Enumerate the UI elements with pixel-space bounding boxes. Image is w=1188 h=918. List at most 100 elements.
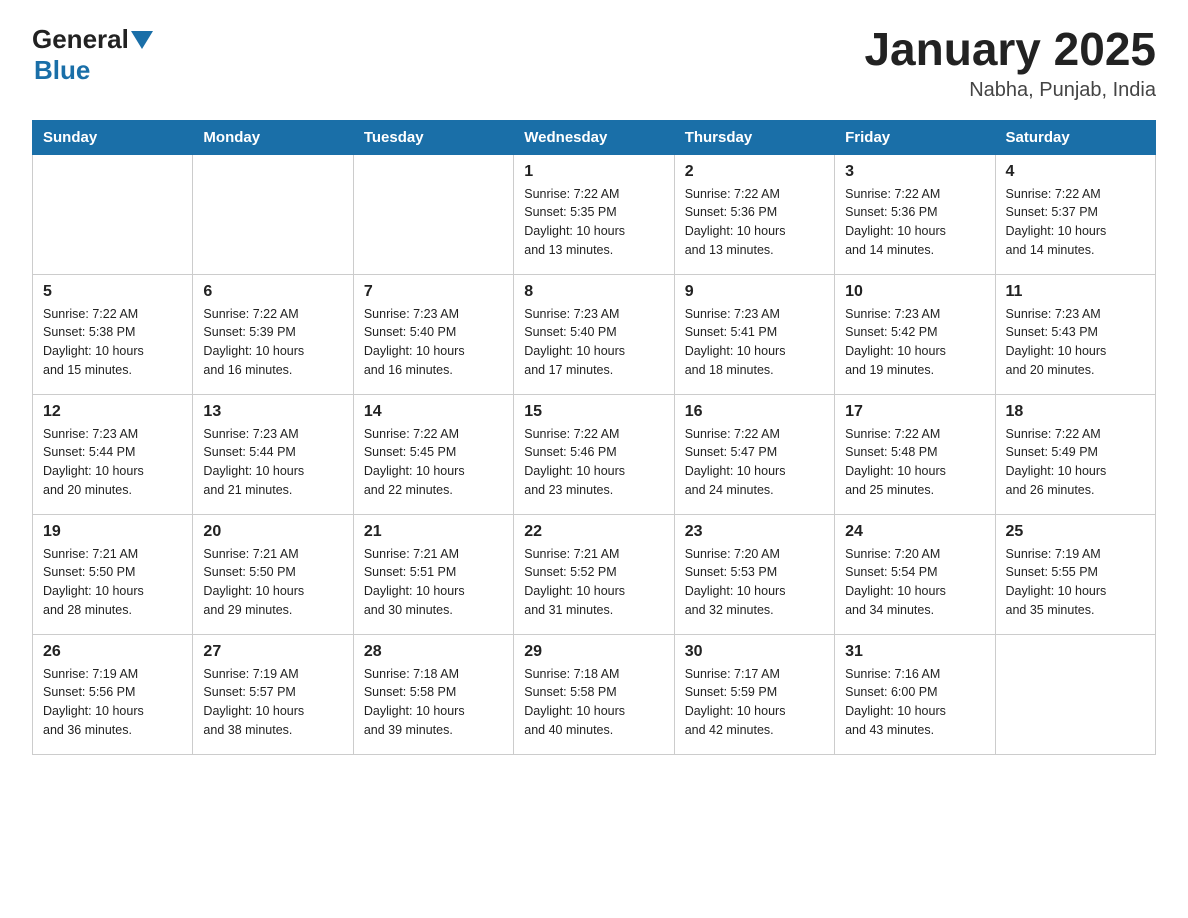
day-cell: 5Sunrise: 7:22 AMSunset: 5:38 PMDaylight… bbox=[33, 274, 193, 394]
day-number: 17 bbox=[845, 403, 984, 421]
day-cell bbox=[995, 634, 1155, 754]
day-number: 20 bbox=[203, 523, 342, 541]
weekday-header-row: SundayMondayTuesdayWednesdayThursdayFrid… bbox=[33, 120, 1156, 154]
day-cell: 13 Sunrise: 7:23 AMSunset: 5:44 PMDayligh… bbox=[193, 394, 353, 514]
day-cell: 18Sunrise: 7:22 AMSunset: 5:49 PMDayligh… bbox=[995, 394, 1155, 514]
day-info: Sunrise: 7:17 AMSunset: 5:59 PMDaylight:… bbox=[685, 665, 824, 740]
calendar-title: January 2025 bbox=[864, 24, 1156, 75]
day-info: Sunrise: 7:22 AMSunset: 5:46 PMDaylight:… bbox=[524, 425, 663, 500]
day-info: Sunrise: 7:22 AMSunset: 5:47 PMDaylight:… bbox=[685, 425, 824, 500]
day-info: Sunrise: 7:18 AMSunset: 5:58 PMDaylight:… bbox=[364, 665, 503, 740]
day-number: 5 bbox=[43, 283, 182, 301]
day-info: Sunrise: 7:18 AMSunset: 5:58 PMDaylight:… bbox=[524, 665, 663, 740]
day-cell: 6Sunrise: 7:22 AMSunset: 5:39 PMDaylight… bbox=[193, 274, 353, 394]
week-row-1: 1Sunrise: 7:22 AMSunset: 5:35 PMDaylight… bbox=[33, 154, 1156, 274]
day-cell: 2 Sunrise: 7:22 AMSunset: 5:36 PMDaylight… bbox=[674, 154, 834, 274]
weekday-header-saturday: Saturday bbox=[995, 120, 1155, 154]
day-number: 31 bbox=[845, 643, 984, 661]
day-cell: 24 Sunrise: 7:20 AMSunset: 5:54 PMDayligh… bbox=[835, 514, 995, 634]
day-number: 15 bbox=[524, 403, 663, 421]
calendar-subtitle: Nabha, Punjab, India bbox=[864, 79, 1156, 102]
weekday-header-sunday: Sunday bbox=[33, 120, 193, 154]
day-number: 28 bbox=[364, 643, 503, 661]
day-cell: 23Sunrise: 7:20 AMSunset: 5:53 PMDayligh… bbox=[674, 514, 834, 634]
day-info: Sunrise: 7:22 AMSunset: 5:48 PMDaylight:… bbox=[845, 425, 984, 500]
day-cell: 11 Sunrise: 7:23 AMSunset: 5:43 PMDayligh… bbox=[995, 274, 1155, 394]
day-number: 7 bbox=[364, 283, 503, 301]
week-row-4: 19 Sunrise: 7:21 AMSunset: 5:50 PMDayligh… bbox=[33, 514, 1156, 634]
day-number: 1 bbox=[524, 163, 663, 181]
day-number: 25 bbox=[1006, 523, 1145, 541]
day-info: Sunrise: 7:23 AMSunset: 5:41 PMDaylight:… bbox=[685, 305, 824, 380]
day-cell: 17 Sunrise: 7:22 AMSunset: 5:48 PMDayligh… bbox=[835, 394, 995, 514]
day-cell: 22 Sunrise: 7:21 AMSunset: 5:52 PMDayligh… bbox=[514, 514, 674, 634]
weekday-header-friday: Friday bbox=[835, 120, 995, 154]
day-number: 3 bbox=[845, 163, 984, 181]
day-cell: 16Sunrise: 7:22 AMSunset: 5:47 PMDayligh… bbox=[674, 394, 834, 514]
day-info: Sunrise: 7:19 AMSunset: 5:55 PMDaylight:… bbox=[1006, 545, 1145, 620]
week-row-5: 26Sunrise: 7:19 AMSunset: 5:56 PMDayligh… bbox=[33, 634, 1156, 754]
day-cell: 29Sunrise: 7:18 AMSunset: 5:58 PMDayligh… bbox=[514, 634, 674, 754]
weekday-header-tuesday: Tuesday bbox=[353, 120, 513, 154]
day-number: 6 bbox=[203, 283, 342, 301]
day-number: 2 bbox=[685, 163, 824, 181]
day-number: 10 bbox=[845, 283, 984, 301]
day-info: Sunrise: 7:23 AMSunset: 5:43 PMDaylight:… bbox=[1006, 305, 1145, 380]
logo-general: General bbox=[32, 24, 129, 55]
day-number: 13 bbox=[203, 403, 342, 421]
day-number: 26 bbox=[43, 643, 182, 661]
day-number: 27 bbox=[203, 643, 342, 661]
day-info: Sunrise: 7:19 AMSunset: 5:57 PMDaylight:… bbox=[203, 665, 342, 740]
day-number: 19 bbox=[43, 523, 182, 541]
day-cell: 15 Sunrise: 7:22 AMSunset: 5:46 PMDayligh… bbox=[514, 394, 674, 514]
day-info: Sunrise: 7:23 AMSunset: 5:42 PMDaylight:… bbox=[845, 305, 984, 380]
day-cell: 4 Sunrise: 7:22 AMSunset: 5:37 PMDaylight… bbox=[995, 154, 1155, 274]
day-info: Sunrise: 7:22 AMSunset: 5:37 PMDaylight:… bbox=[1006, 185, 1145, 260]
day-info: Sunrise: 7:20 AMSunset: 5:54 PMDaylight:… bbox=[845, 545, 984, 620]
day-info: Sunrise: 7:23 AMSunset: 5:44 PMDaylight:… bbox=[203, 425, 342, 500]
day-number: 12 bbox=[43, 403, 182, 421]
day-info: Sunrise: 7:22 AMSunset: 5:36 PMDaylight:… bbox=[845, 185, 984, 260]
day-info: Sunrise: 7:23 AMSunset: 5:40 PMDaylight:… bbox=[364, 305, 503, 380]
day-number: 21 bbox=[364, 523, 503, 541]
day-cell bbox=[353, 154, 513, 274]
day-number: 23 bbox=[685, 523, 824, 541]
day-number: 14 bbox=[364, 403, 503, 421]
day-number: 22 bbox=[524, 523, 663, 541]
day-cell: 31 Sunrise: 7:16 AMSunset: 6:00 PMDayligh… bbox=[835, 634, 995, 754]
day-info: Sunrise: 7:22 AMSunset: 5:36 PMDaylight:… bbox=[685, 185, 824, 260]
day-info: Sunrise: 7:23 AMSunset: 5:40 PMDaylight:… bbox=[524, 305, 663, 380]
day-info: Sunrise: 7:21 AMSunset: 5:50 PMDaylight:… bbox=[43, 545, 182, 620]
day-info: Sunrise: 7:23 AMSunset: 5:44 PMDaylight:… bbox=[43, 425, 182, 500]
day-cell: 21 Sunrise: 7:21 AMSunset: 5:51 PMDayligh… bbox=[353, 514, 513, 634]
day-cell: 20Sunrise: 7:21 AMSunset: 5:50 PMDayligh… bbox=[193, 514, 353, 634]
day-cell: 14 Sunrise: 7:22 AMSunset: 5:45 PMDayligh… bbox=[353, 394, 513, 514]
day-cell: 1Sunrise: 7:22 AMSunset: 5:35 PMDaylight… bbox=[514, 154, 674, 274]
day-info: Sunrise: 7:16 AMSunset: 6:00 PMDaylight:… bbox=[845, 665, 984, 740]
logo-triangle-icon bbox=[131, 31, 153, 49]
day-cell: 8 Sunrise: 7:23 AMSunset: 5:40 PMDaylight… bbox=[514, 274, 674, 394]
day-number: 18 bbox=[1006, 403, 1145, 421]
day-number: 11 bbox=[1006, 283, 1145, 301]
day-cell: 28 Sunrise: 7:18 AMSunset: 5:58 PMDayligh… bbox=[353, 634, 513, 754]
day-cell: 10 Sunrise: 7:23 AMSunset: 5:42 PMDayligh… bbox=[835, 274, 995, 394]
day-number: 9 bbox=[685, 283, 824, 301]
day-info: Sunrise: 7:22 AMSunset: 5:45 PMDaylight:… bbox=[364, 425, 503, 500]
logo-blue: Blue bbox=[34, 55, 90, 86]
day-cell: 25 Sunrise: 7:19 AMSunset: 5:55 PMDayligh… bbox=[995, 514, 1155, 634]
day-cell: 3 Sunrise: 7:22 AMSunset: 5:36 PMDaylight… bbox=[835, 154, 995, 274]
week-row-2: 5Sunrise: 7:22 AMSunset: 5:38 PMDaylight… bbox=[33, 274, 1156, 394]
day-number: 4 bbox=[1006, 163, 1145, 181]
day-cell: 12 Sunrise: 7:23 AMSunset: 5:44 PMDayligh… bbox=[33, 394, 193, 514]
day-info: Sunrise: 7:21 AMSunset: 5:52 PMDaylight:… bbox=[524, 545, 663, 620]
page-header: General Blue January 2025 Nabha, Punjab,… bbox=[32, 24, 1156, 102]
weekday-header-monday: Monday bbox=[193, 120, 353, 154]
day-info: Sunrise: 7:21 AMSunset: 5:51 PMDaylight:… bbox=[364, 545, 503, 620]
week-row-3: 12 Sunrise: 7:23 AMSunset: 5:44 PMDayligh… bbox=[33, 394, 1156, 514]
day-number: 24 bbox=[845, 523, 984, 541]
day-cell: 19 Sunrise: 7:21 AMSunset: 5:50 PMDayligh… bbox=[33, 514, 193, 634]
title-block: January 2025 Nabha, Punjab, India bbox=[864, 24, 1156, 102]
weekday-header-thursday: Thursday bbox=[674, 120, 834, 154]
day-number: 8 bbox=[524, 283, 663, 301]
day-cell: 30Sunrise: 7:17 AMSunset: 5:59 PMDayligh… bbox=[674, 634, 834, 754]
